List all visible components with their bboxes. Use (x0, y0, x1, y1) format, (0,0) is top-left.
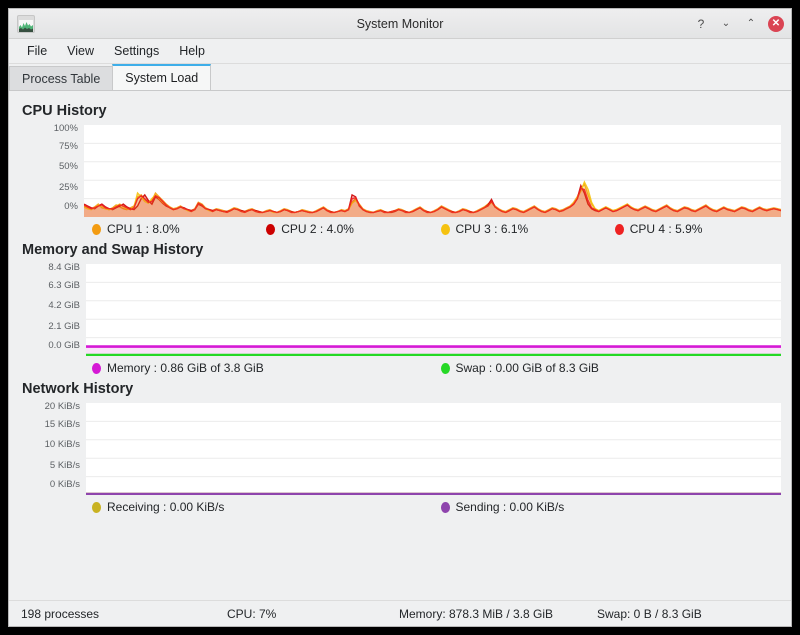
cpu-history-title: CPU History (22, 103, 781, 119)
legend-cpu4-label: CPU 4 : 5.9% (630, 222, 703, 236)
memory-color-dot (92, 363, 101, 374)
legend-swap[interactable]: Swap : 0.00 GiB of 8.3 GiB (433, 361, 782, 375)
net-ytick-0: 0 KiB/s (50, 480, 80, 490)
mem-ytick-84: 8.4 GiB (48, 263, 80, 273)
status-bar: 198 processes CPU: 7% Memory: 878.3 MiB … (9, 600, 791, 626)
cpu4-color-dot (615, 224, 624, 235)
mem-ytick-0: 0.0 GiB (48, 341, 80, 351)
title-bar[interactable]: System Monitor ? ⌄ ⌃ ✕ (9, 9, 791, 39)
memory-history-section: Memory and Swap History 8.4 GiB 6.3 GiB … (22, 242, 781, 375)
menu-help[interactable]: Help (169, 41, 215, 61)
legend-memory-label: Memory : 0.86 GiB of 3.8 GiB (107, 361, 264, 375)
menu-settings[interactable]: Settings (104, 41, 169, 61)
network-history-chart: 20 KiB/s 15 KiB/s 10 KiB/s 5 KiB/s 0 KiB… (22, 403, 781, 495)
tab-process-table[interactable]: Process Table (9, 66, 113, 90)
menu-bar: File View Settings Help (9, 39, 791, 64)
cpu1-color-dot (92, 224, 101, 235)
net-ytick-20: 20 KiB/s (45, 402, 80, 412)
window-controls: ? ⌄ ⌃ ✕ (693, 16, 784, 32)
legend-memory[interactable]: Memory : 0.86 GiB of 3.8 GiB (84, 361, 433, 375)
receiving-color-dot (92, 502, 101, 513)
net-ytick-15: 15 KiB/s (45, 420, 80, 430)
mem-ytick-21: 2.1 GiB (48, 322, 80, 332)
legend-cpu2-label: CPU 2 : 4.0% (281, 222, 354, 236)
net-ytick-5: 5 KiB/s (50, 461, 80, 471)
cpu-history-section: CPU History 100% 75% 50% 25% 0% CPU 1 : … (22, 103, 781, 236)
system-monitor-window: System Monitor ? ⌄ ⌃ ✕ File View Setting… (8, 8, 792, 627)
cpu3-color-dot (441, 224, 450, 235)
legend-swap-label: Swap : 0.00 GiB of 8.3 GiB (456, 361, 599, 375)
status-cpu: CPU: 7% (227, 607, 276, 621)
memory-legend: Memory : 0.86 GiB of 3.8 GiB Swap : 0.00… (22, 361, 781, 375)
mem-ytick-42: 4.2 GiB (48, 301, 80, 311)
legend-receiving[interactable]: Receiving : 0.00 KiB/s (84, 500, 433, 514)
cpu-plot-area[interactable] (84, 125, 781, 217)
cpu-ytick-25: 25% (59, 183, 78, 193)
maximize-button[interactable]: ⌃ (743, 16, 759, 32)
status-memory: Memory: 878.3 MiB / 3.8 GiB (399, 607, 553, 621)
cpu-ytick-75: 75% (59, 142, 78, 152)
status-processes: 198 processes (21, 607, 99, 621)
cpu-ytick-50: 50% (59, 162, 78, 172)
legend-cpu3-label: CPU 3 : 6.1% (456, 222, 529, 236)
tab-bar: Process Table System Load (9, 64, 791, 91)
legend-cpu2[interactable]: CPU 2 : 4.0% (258, 222, 432, 236)
close-button[interactable]: ✕ (768, 16, 784, 32)
memory-history-chart: 8.4 GiB 6.3 GiB 4.2 GiB 2.1 GiB 0.0 GiB (22, 264, 781, 356)
memory-plot-area[interactable] (86, 264, 781, 356)
network-y-axis: 20 KiB/s 15 KiB/s 10 KiB/s 5 KiB/s 0 KiB… (22, 403, 86, 495)
legend-sending-label: Sending : 0.00 KiB/s (456, 500, 565, 514)
legend-receiving-label: Receiving : 0.00 KiB/s (107, 500, 224, 514)
menu-file[interactable]: File (17, 41, 57, 61)
status-swap: Swap: 0 B / 8.3 GiB (597, 607, 702, 621)
network-history-section: Network History 20 KiB/s 15 KiB/s 10 KiB… (22, 381, 781, 514)
cpu-legend: CPU 1 : 8.0% CPU 2 : 4.0% CPU 3 : 6.1% C… (22, 222, 781, 236)
sending-color-dot (441, 502, 450, 513)
network-plot-area[interactable] (86, 403, 781, 495)
swap-color-dot (441, 363, 450, 374)
cpu2-color-dot (266, 224, 275, 235)
network-history-title: Network History (22, 381, 781, 397)
window-title: System Monitor (9, 17, 791, 31)
legend-cpu1[interactable]: CPU 1 : 8.0% (84, 222, 258, 236)
cpu-ytick-100: 100% (54, 124, 78, 134)
legend-cpu4[interactable]: CPU 4 : 5.9% (607, 222, 781, 236)
mem-ytick-63: 6.3 GiB (48, 281, 80, 291)
menu-view[interactable]: View (57, 41, 104, 61)
system-load-content: CPU History 100% 75% 50% 25% 0% CPU 1 : … (9, 91, 791, 600)
memory-y-axis: 8.4 GiB 6.3 GiB 4.2 GiB 2.1 GiB 0.0 GiB (22, 264, 86, 356)
cpu-ytick-0: 0% (64, 202, 78, 212)
cpu-history-chart: 100% 75% 50% 25% 0% (22, 125, 781, 217)
memory-history-title: Memory and Swap History (22, 242, 781, 258)
legend-sending[interactable]: Sending : 0.00 KiB/s (433, 500, 782, 514)
net-ytick-10: 10 KiB/s (45, 440, 80, 450)
minimize-button[interactable]: ⌄ (718, 16, 734, 32)
legend-cpu1-label: CPU 1 : 8.0% (107, 222, 180, 236)
tab-system-load[interactable]: System Load (112, 64, 211, 90)
cpu-y-axis: 100% 75% 50% 25% 0% (22, 125, 84, 217)
app-icon (17, 15, 35, 33)
help-button[interactable]: ? (693, 16, 709, 32)
network-legend: Receiving : 0.00 KiB/s Sending : 0.00 Ki… (22, 500, 781, 514)
legend-cpu3[interactable]: CPU 3 : 6.1% (433, 222, 607, 236)
